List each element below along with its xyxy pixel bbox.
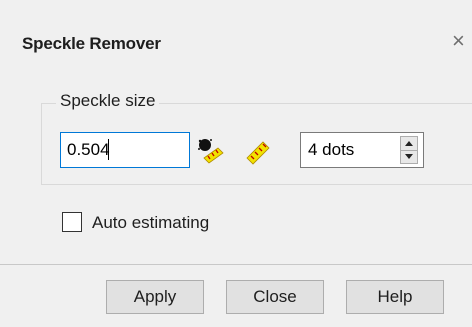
spin-down-button[interactable] — [401, 150, 417, 163]
auto-estimating-checkbox[interactable] — [62, 212, 82, 232]
dots-spinbox[interactable]: 4 dots — [300, 132, 424, 168]
close-button[interactable]: Close — [226, 280, 324, 314]
text-caret — [108, 139, 109, 160]
speckle-size-label: Speckle size — [56, 91, 160, 111]
apply-button[interactable]: Apply — [106, 280, 204, 314]
speckle-remover-dialog: Speckle Remover × Speckle size 4 dots — [0, 0, 472, 327]
title-bar: Speckle Remover × — [0, 0, 472, 88]
chevron-down-icon — [405, 154, 413, 159]
speckle-estimate-icon[interactable] — [196, 136, 226, 166]
speckle-size-input[interactable] — [60, 132, 190, 168]
help-button[interactable]: Help — [346, 280, 444, 314]
measure-ruler-icon[interactable] — [243, 136, 273, 166]
dialog-title: Speckle Remover — [22, 34, 161, 53]
chevron-up-icon — [405, 141, 413, 146]
spin-buttons — [400, 136, 418, 164]
close-icon[interactable]: × — [452, 30, 465, 52]
divider — [0, 264, 472, 265]
dots-value: 4 dots — [308, 140, 355, 159]
auto-estimating-label[interactable]: Auto estimating — [92, 213, 209, 233]
spin-up-button[interactable] — [401, 137, 417, 151]
